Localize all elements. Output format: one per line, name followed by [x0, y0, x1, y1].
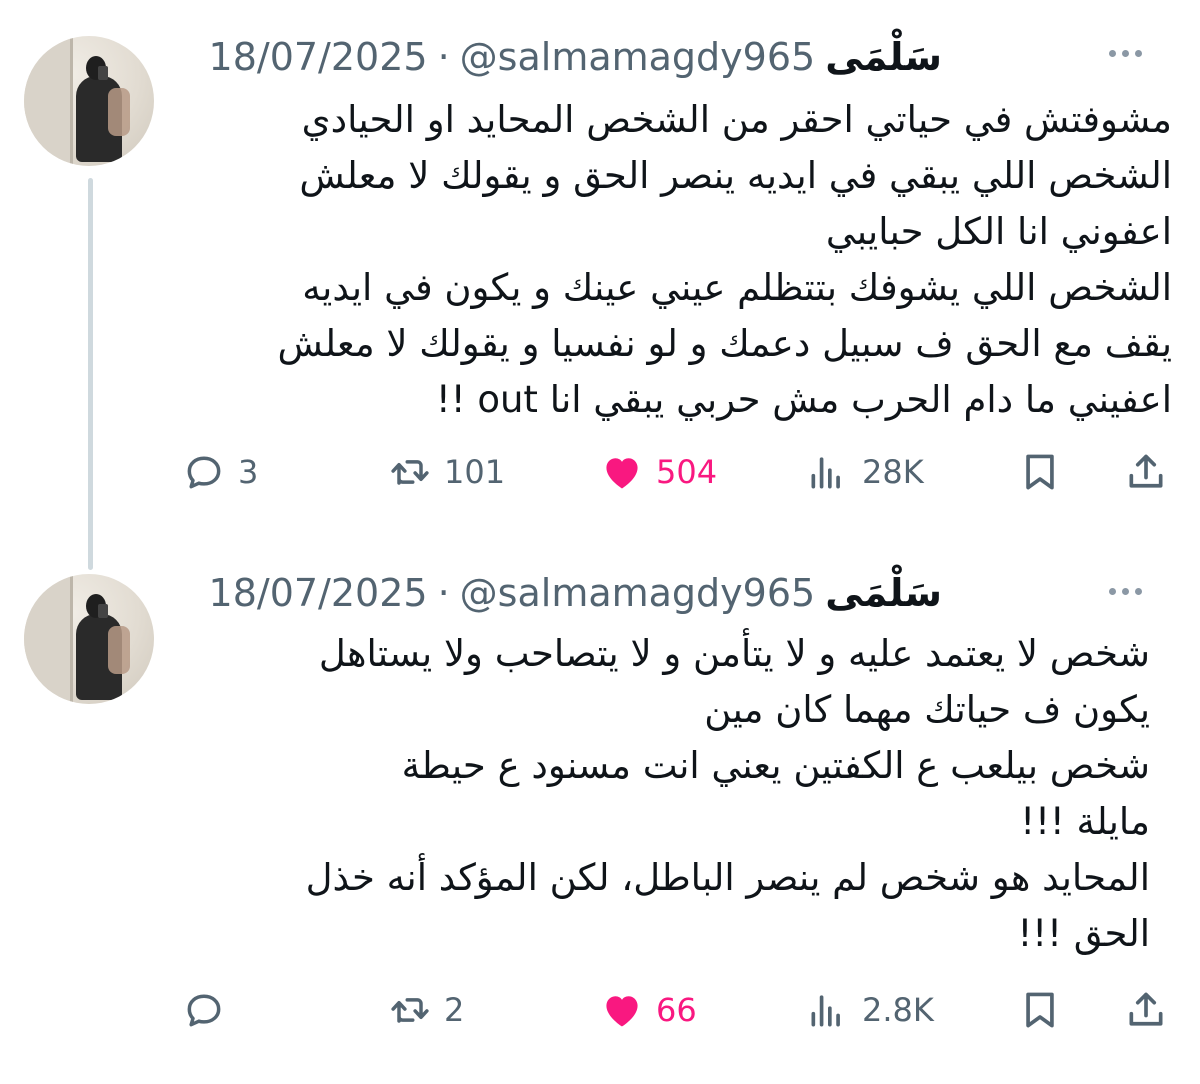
tweet-text-line: المحايد هو شخص لم ينصر الباطل، لكن المؤك…	[305, 856, 1150, 899]
share-button[interactable]	[1124, 988, 1168, 1032]
tweet-text-line: يكون ف حياتك مهما كان مين	[704, 688, 1150, 731]
tweet-text-line: مايلة !!!	[1020, 800, 1150, 843]
share-button[interactable]	[1124, 450, 1168, 494]
avatar[interactable]	[24, 574, 154, 704]
like-button[interactable]: 504	[600, 450, 717, 494]
tweet-text-line: يقف مع الحق ف سبيل دعمك و لو نفسيا و يقو…	[277, 322, 1172, 365]
tweet-text-line: الشخص اللي يشوفك بتتظلم عيني عينك و يكون…	[302, 266, 1172, 309]
action-bar: 3 101 504 28K	[0, 450, 1200, 510]
bookmark-icon	[1026, 992, 1054, 1028]
tweet-text: مشوفتش في حياتي احقر من الشخص المحايد او…	[278, 92, 1172, 428]
reply-count: 3	[238, 453, 259, 491]
heart-icon	[606, 996, 638, 1027]
share-icon	[1129, 454, 1163, 488]
like-count: 504	[656, 453, 718, 491]
tweet-text-line: شخص لا يعتمد عليه و لا يتأمن و لا يتصاحب…	[318, 632, 1150, 675]
user-handle[interactable]: @salmamagdy965	[460, 571, 816, 615]
tweet-header: 18/07/2025 · @salmamagdy965 سَلْمَى	[209, 34, 942, 80]
bookmark-button[interactable]	[1018, 450, 1062, 494]
tweet-text: شخص لا يعتمد عليه و لا يتأمن و لا يتصاحب…	[306, 626, 1150, 962]
like-button[interactable]: 66	[600, 988, 697, 1032]
avatar[interactable]	[24, 36, 154, 166]
reply-button[interactable]	[182, 988, 238, 1032]
reply-icon	[187, 994, 221, 1027]
retweet-button[interactable]: 2	[388, 988, 464, 1032]
views-icon	[811, 995, 840, 1027]
display-name[interactable]: سَلْمَى	[825, 35, 942, 79]
reply-icon	[187, 456, 221, 489]
tweet-text-line: مشوفتش في حياتي احقر من الشخص المحايد او…	[301, 98, 1172, 141]
tweet-header: 18/07/2025 · @salmamagdy965 سَلْمَى	[209, 570, 942, 616]
share-icon	[1129, 992, 1163, 1026]
views-icon	[811, 457, 840, 489]
tweet-text-line: اعفوني انا الكل حبايبي	[825, 210, 1172, 253]
action-bar: 2 66 2.8K	[0, 988, 1200, 1048]
views-count: 2.8K	[862, 991, 934, 1029]
tweet-date[interactable]: 18/07/2025	[209, 571, 428, 615]
user-handle[interactable]: @salmamagdy965	[460, 35, 816, 79]
bookmark-icon	[1026, 454, 1054, 490]
retweet-count: 101	[444, 453, 506, 491]
retweet-icon	[391, 998, 429, 1023]
tweet-text-line: شخص بيلعب ع الكفتين يعني انت مسنود ع حيط…	[401, 744, 1150, 787]
reply-button[interactable]: 3	[182, 450, 258, 494]
retweet-icon	[391, 460, 429, 485]
bookmark-button[interactable]	[1018, 988, 1062, 1032]
display-name[interactable]: سَلْمَى	[825, 571, 942, 615]
retweet-button[interactable]: 101	[388, 450, 505, 494]
meta-separator: ·	[437, 35, 450, 79]
retweet-count: 2	[444, 991, 465, 1029]
views-button[interactable]: 28K	[806, 450, 924, 494]
heart-icon	[606, 458, 638, 489]
more-icon[interactable]	[1109, 50, 1142, 57]
tweet-text-line: الشخص اللي يبقي في ايديه ينصر الحق و يقو…	[299, 154, 1172, 197]
tweet-text-line: الحق !!!	[1017, 912, 1150, 955]
tweet-date[interactable]: 18/07/2025	[209, 35, 428, 79]
meta-separator: ·	[437, 571, 450, 615]
views-button[interactable]: 2.8K	[806, 988, 934, 1032]
tweet-text-line: اعفيني ما دام الحرب مش حربي يبقي انا out…	[435, 378, 1172, 421]
views-count: 28K	[862, 453, 924, 491]
like-count: 66	[656, 991, 697, 1029]
more-icon[interactable]	[1109, 588, 1142, 595]
